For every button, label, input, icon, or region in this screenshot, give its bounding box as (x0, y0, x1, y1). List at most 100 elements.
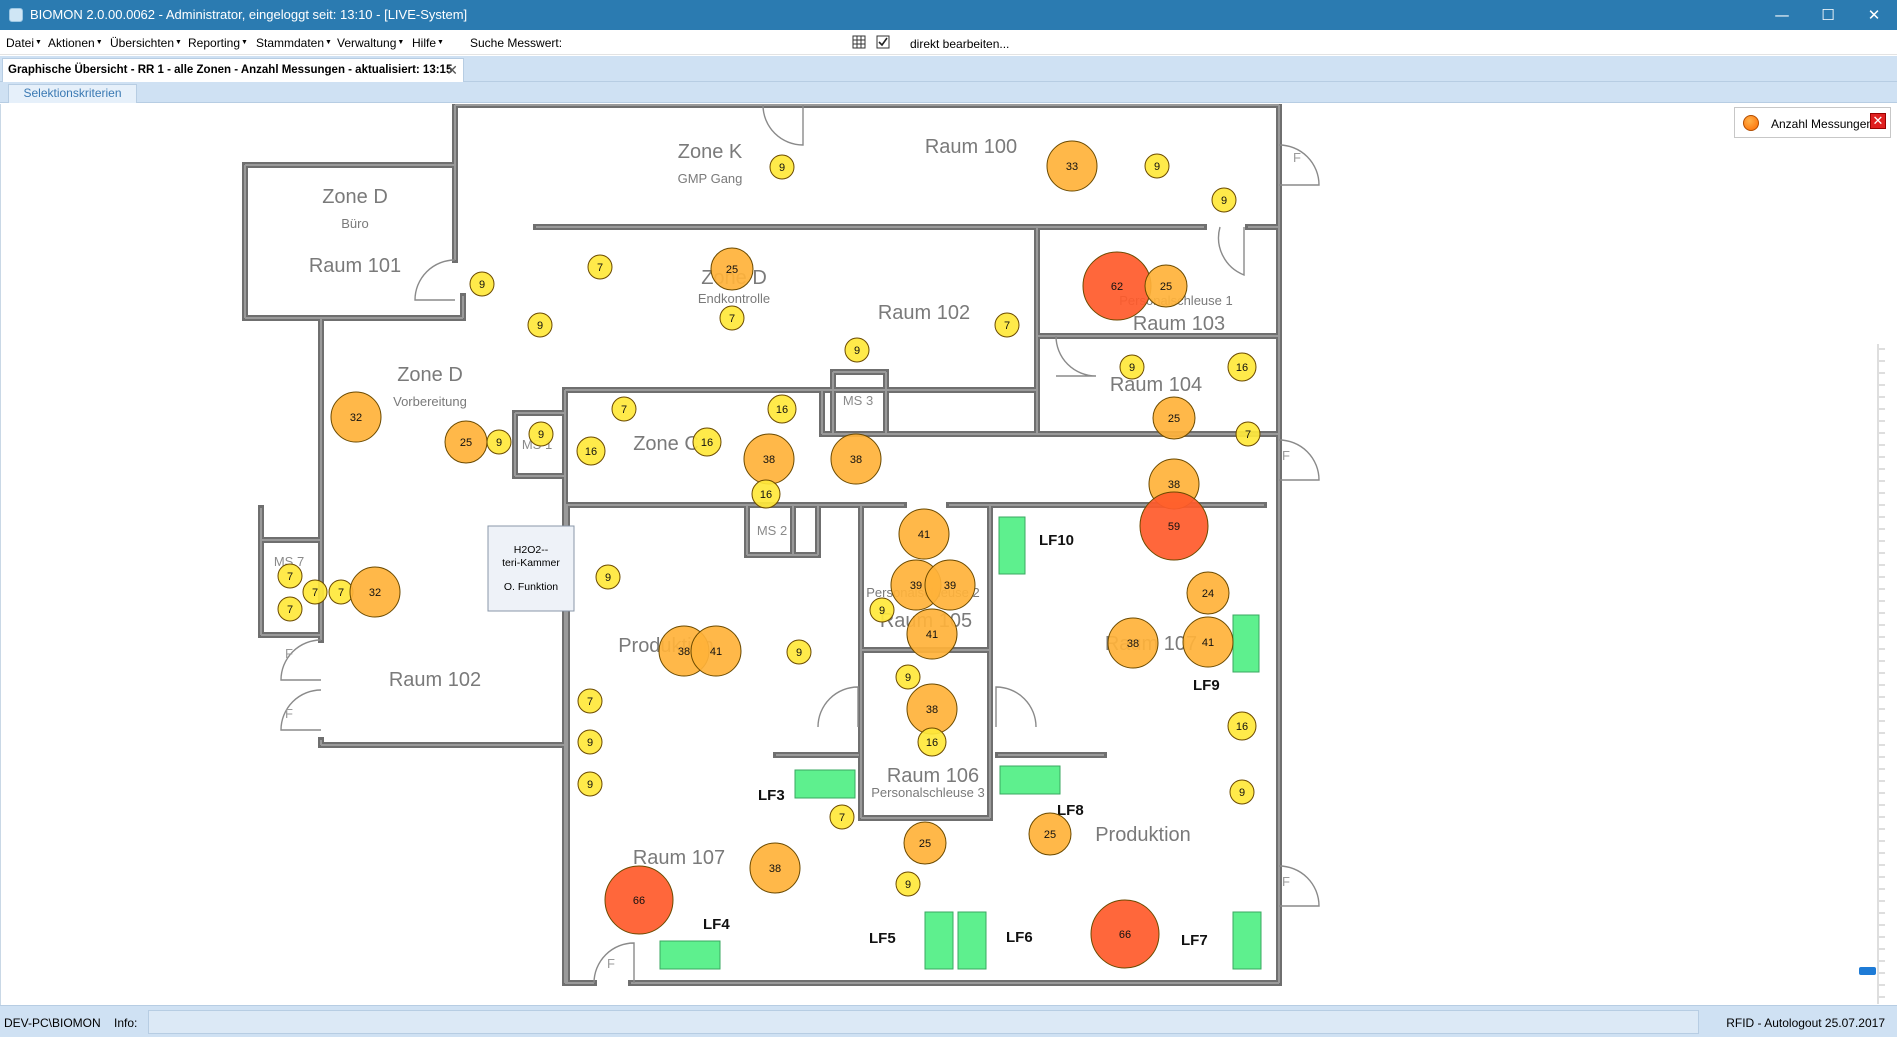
marker-value: 25 (726, 264, 738, 276)
tab-graphische-uebersicht[interactable]: Graphische Übersicht - RR 1 - alle Zonen… (2, 58, 464, 82)
door-label: F (1282, 448, 1290, 463)
measurement-marker: 16 (1227, 352, 1257, 382)
grid-icon[interactable] (852, 35, 866, 49)
legend-label: Anzahl Messungen (1771, 117, 1874, 131)
room-label: Raum 103 (1133, 313, 1225, 335)
marker-value: 38 (1168, 479, 1180, 491)
marker-value: 9 (1239, 787, 1245, 799)
flow-label: LF7 (1181, 932, 1208, 949)
legend-close-icon[interactable]: ✕ (1870, 113, 1886, 129)
marker-value: 7 (287, 571, 293, 583)
marker-value: 9 (587, 737, 593, 749)
measurement-marker: 66 (1090, 899, 1160, 969)
door-swing (762, 104, 804, 146)
measurement-marker: 38 (743, 433, 795, 485)
measurement-marker: 25 (1028, 812, 1072, 856)
maximize-button[interactable]: ☐ (1805, 0, 1851, 30)
room-label: Raum 101 (309, 255, 401, 277)
marker-value: 9 (605, 572, 611, 584)
marker-value: 59 (1168, 521, 1180, 533)
measurement-marker: 16 (576, 436, 606, 466)
measurement-marker: 38 (830, 433, 882, 485)
measurement-marker: 32 (349, 566, 401, 618)
measurement-marker: 41 (906, 608, 958, 660)
small-room-label: MS 3 (843, 393, 873, 408)
room-label: Endkontrolle (698, 291, 770, 306)
close-button[interactable]: ✕ (1851, 0, 1897, 30)
measurement-marker: 16 (1227, 711, 1257, 741)
flow-label: LF6 (1006, 929, 1033, 946)
checkbox-icon[interactable] (876, 35, 890, 49)
measurement-marker: 9 (1211, 187, 1237, 213)
marker-value: 62 (1111, 281, 1123, 293)
marker-value: 41 (1202, 637, 1214, 649)
equipment: H2O2--teri-Kammer O. Funktion (487, 525, 575, 612)
menu-datei[interactable]: Datei▼ (6, 36, 42, 50)
measurement-marker: 7 (587, 254, 613, 280)
measurement-marker: 9 (486, 429, 512, 455)
marker-value: 7 (839, 812, 845, 824)
door-swing (995, 686, 1037, 728)
caret-down-icon: ▼ (325, 39, 332, 46)
zoom-slider-thumb[interactable] (1859, 967, 1876, 975)
measurement-marker: 16 (767, 394, 797, 424)
close-icon: ✕ (1867, 6, 1881, 24)
measurement-marker: 39 (924, 559, 976, 611)
door-swing (1217, 226, 1245, 277)
zoom-slider[interactable] (1859, 344, 1887, 1004)
window-title: BIOMON 2.0.00.0062 - Administrator, eing… (30, 7, 468, 22)
direct-edit-label[interactable]: direkt bearbeiten... (910, 37, 1009, 51)
menu-uebersichten[interactable]: Übersichten▼ (110, 36, 182, 50)
marker-value: 25 (919, 838, 931, 850)
legend: Anzahl Messungen ✕ (1734, 107, 1891, 138)
measurement-marker: 7 (277, 563, 303, 589)
sub-tabstrip: Selektionskriterien (0, 82, 1897, 103)
measurement-marker: 59 (1139, 491, 1209, 561)
flow-box (659, 940, 721, 970)
measurement-marker: 7 (1235, 421, 1261, 447)
marker-value: 16 (760, 489, 772, 501)
flow-box (998, 516, 1026, 575)
measurement-marker: 41 (690, 625, 742, 677)
tab-selektionskriterien[interactable]: Selektionskriterien (8, 84, 137, 103)
menu-label: Hilfe (412, 36, 437, 50)
menu-reporting[interactable]: Reporting▼ (188, 36, 248, 50)
measurement-marker: 9 (469, 271, 495, 297)
marker-value: 24 (1202, 588, 1214, 600)
marker-value: 38 (1127, 638, 1139, 650)
search-input[interactable] (564, 33, 850, 52)
room-label: Büro (341, 216, 368, 231)
caret-down-icon: ▼ (175, 39, 182, 46)
marker-value: 7 (1004, 320, 1010, 332)
menu-stammdaten[interactable]: Stammdaten▼ (256, 36, 332, 50)
menu-hilfe[interactable]: Hilfe▼ (412, 36, 444, 50)
flow-label: LF4 (703, 916, 730, 933)
measurement-marker: 7 (577, 688, 603, 714)
close-tab-icon[interactable]: ✕ (446, 62, 458, 79)
menu-verwaltung[interactable]: Verwaltung▼ (337, 36, 404, 50)
caret-down-icon: ▼ (241, 39, 248, 46)
measurement-marker: 9 (528, 421, 554, 447)
marker-value: 25 (1168, 413, 1180, 425)
floorplan-canvas: F F F F F F Zone K GMP Gang Raum 100 Zone D Büro R… (0, 104, 1897, 1005)
flow-box (999, 765, 1061, 795)
measurement-marker: 9 (577, 771, 603, 797)
menu-label: Datei (6, 36, 35, 50)
measurement-marker: 9 (577, 729, 603, 755)
marker-value: 16 (701, 437, 713, 449)
caret-down-icon: ▼ (437, 39, 444, 46)
minimize-button[interactable]: — (1759, 0, 1805, 30)
marker-value: 7 (587, 696, 593, 708)
marker-value: 9 (905, 879, 911, 891)
measurement-marker: 9 (786, 639, 812, 665)
menu-aktionen[interactable]: Aktionen▼ (48, 36, 103, 50)
flow-label: LF3 (758, 787, 785, 804)
marker-value: 7 (729, 313, 735, 325)
measurement-marker: 7 (328, 579, 354, 605)
door-label: F (285, 646, 293, 661)
marker-value: 16 (1236, 362, 1248, 374)
marker-value: 16 (1236, 721, 1248, 733)
door-swing (817, 686, 859, 728)
room-label: Raum 102 (389, 669, 481, 691)
room-label: Raum 106 (887, 765, 979, 787)
